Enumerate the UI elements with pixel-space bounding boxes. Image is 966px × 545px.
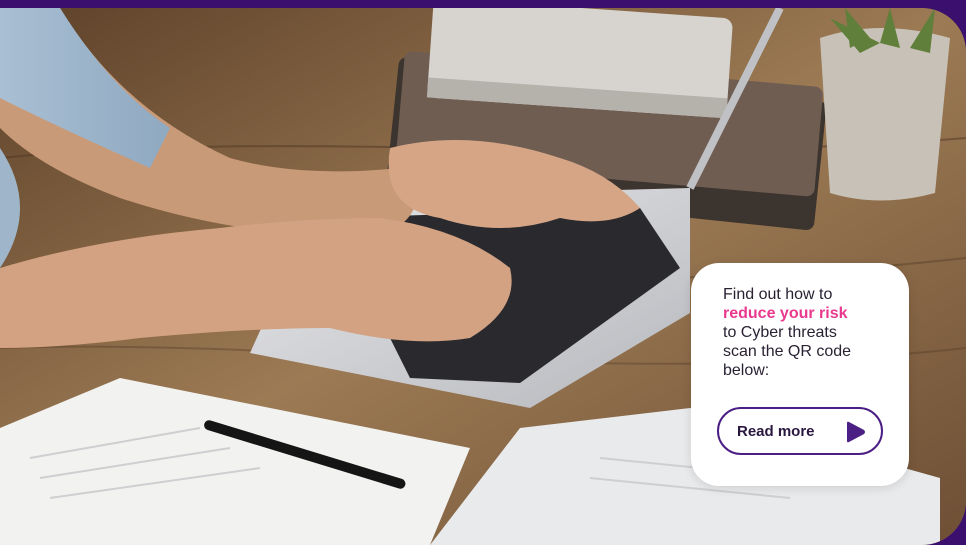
cta-line-4: scan the QR code [723,343,852,360]
cta-line-5: below: [723,362,770,379]
cta-line-3: to Cyber threats [723,324,837,341]
cta-line-1: Find out how to [723,286,833,303]
play-icon [843,420,867,444]
read-more-button[interactable]: Read more [717,407,883,455]
cta-card: Find out how to reduce your risk to Cybe… [691,263,909,486]
cta-message: Find out how to reduce your risk to Cybe… [723,285,893,380]
hero-banner: Find out how to reduce your risk to Cybe… [0,8,966,545]
read-more-label: Read more [737,422,815,440]
cta-highlight: reduce your risk [723,305,848,322]
